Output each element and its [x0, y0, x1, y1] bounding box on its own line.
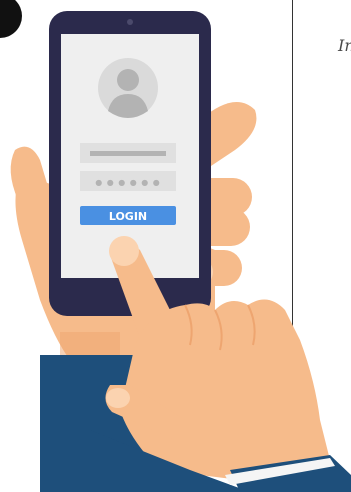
front-camera-icon	[127, 19, 133, 25]
password-dots: ● ● ● ● ● ●	[95, 178, 161, 187]
username-placeholder-bar	[90, 151, 166, 156]
corner-mark	[0, 0, 22, 38]
user-avatar-icon	[98, 58, 158, 118]
phone-login-illustration: ● ● ● ● ● ● LOGIN	[0, 0, 351, 492]
login-button-label: LOGIN	[109, 210, 147, 223]
pointing-fingernail	[109, 236, 139, 266]
